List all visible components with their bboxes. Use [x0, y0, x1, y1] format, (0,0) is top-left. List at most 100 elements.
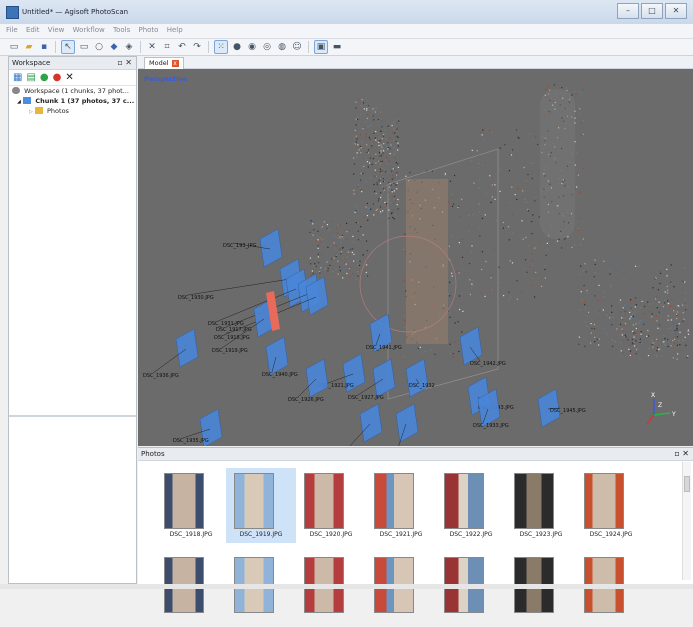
cloud-point — [651, 313, 653, 315]
minimize-button[interactable]: – — [617, 3, 639, 19]
photo-thumbnail[interactable] — [576, 552, 646, 627]
cloud-point — [603, 260, 605, 262]
photo-thumbnail[interactable]: DSC_1920.JPG — [296, 468, 366, 543]
menu-view[interactable]: View — [48, 26, 65, 34]
menu-file[interactable]: File — [6, 26, 18, 34]
free-form-select-icon[interactable]: ◆ — [108, 41, 120, 53]
show-region-icon[interactable]: ▬ — [331, 41, 343, 53]
panel-divider[interactable] — [9, 415, 136, 417]
tree-item-workspace[interactable]: Workspace (1 chunks, 37 phot... — [9, 86, 136, 96]
cloud-point — [312, 272, 314, 275]
camera-plane[interactable] — [305, 358, 329, 398]
cloud-point — [367, 152, 370, 154]
cloud-point — [317, 230, 319, 232]
cloud-point — [392, 168, 394, 170]
redo-icon[interactable]: ↷ — [191, 41, 203, 53]
camera-plane[interactable] — [265, 336, 289, 376]
photo-thumbnail[interactable]: DSC_1924.JPG — [576, 468, 646, 543]
photo-thumbnail[interactable]: DSC_1919.JPG — [226, 468, 296, 543]
camera-plane[interactable] — [395, 403, 419, 443]
camera-plane[interactable] — [359, 403, 383, 443]
wireframe-model-icon[interactable]: ◍ — [276, 41, 288, 53]
menu-photo[interactable]: Photo — [138, 26, 158, 34]
photo-thumbnail[interactable]: DSC_1918.JPG — [156, 468, 226, 543]
cloud-point — [375, 162, 377, 164]
close-button[interactable]: ✕ — [665, 3, 687, 19]
cloud-point — [594, 259, 596, 261]
cloud-point — [404, 326, 406, 329]
cloud-point — [508, 291, 510, 293]
cloud-point — [541, 285, 543, 287]
cloud-point — [310, 274, 312, 276]
cloud-point — [375, 209, 377, 212]
cloud-point — [537, 143, 539, 146]
resize-region-icon[interactable]: ◈ — [123, 41, 135, 53]
cloud-point — [449, 343, 451, 345]
cloud-point — [666, 285, 668, 288]
photos-scrollbar[interactable] — [682, 462, 691, 580]
open-folder-icon[interactable]: ▰ — [23, 41, 35, 53]
scrollbar-thumb[interactable] — [684, 476, 690, 492]
cloud-point — [380, 162, 382, 164]
expand-arrow-icon[interactable]: ◢ — [17, 99, 21, 105]
photo-thumbnail[interactable] — [436, 552, 506, 627]
undo-icon[interactable]: ↶ — [176, 41, 188, 53]
cloud-point — [384, 201, 386, 204]
tree-item-chunk[interactable]: ◢ Chunk 1 (37 photos, 37 c... — [9, 96, 136, 106]
camera-plane[interactable] — [372, 358, 396, 398]
remove-icon[interactable]: ✕ — [65, 72, 73, 83]
enable-icon[interactable]: ● — [40, 72, 49, 83]
cloud-point — [378, 179, 380, 182]
maximize-button[interactable]: □ — [641, 3, 663, 19]
menu-workflow[interactable]: Workflow — [73, 26, 105, 34]
add-chunk-icon[interactable]: ▦ — [13, 72, 22, 83]
rectangle-select-icon[interactable]: ▭ — [78, 41, 90, 53]
cloud-point — [359, 238, 362, 240]
photo-thumbnail[interactable] — [506, 552, 576, 627]
point-cloud-icon[interactable]: ⁙ — [214, 40, 228, 54]
tab-model[interactable]: Model x — [144, 57, 184, 69]
model-viewport[interactable]: DSC_193_JPG DSC_1930.JPG DSC_1931.JPG DSC_1… — [138, 69, 693, 446]
disable-icon[interactable]: ● — [53, 72, 62, 83]
photo-thumbnail[interactable]: DSC_1923.JPG — [506, 468, 576, 543]
cloud-point — [396, 172, 398, 174]
shaded-model-icon[interactable]: ◉ — [246, 41, 258, 53]
panel-float-close-icon[interactable]: ▫ ✕ — [674, 448, 689, 460]
cloud-point — [648, 347, 650, 350]
dense-cloud-icon[interactable]: ● — [231, 41, 243, 53]
circle-select-icon[interactable]: ○ — [93, 41, 105, 53]
photo-thumbnail[interactable] — [296, 552, 366, 627]
menu-help[interactable]: Help — [167, 26, 183, 34]
camera-plane[interactable] — [405, 358, 429, 398]
photos-title: Photos — [141, 450, 165, 458]
cloud-point — [579, 113, 582, 115]
cloud-point — [317, 256, 319, 258]
new-file-icon[interactable]: ▭ — [8, 41, 20, 53]
close-tab-icon[interactable]: x — [171, 60, 179, 67]
photo-thumbnail[interactable]: DSC_1922.JPG — [436, 468, 506, 543]
delete-selection-icon[interactable]: ✕ — [146, 41, 158, 53]
menu-edit[interactable]: Edit — [26, 26, 40, 34]
menu-tools[interactable]: Tools — [113, 26, 130, 34]
cloud-point — [355, 124, 357, 126]
cloud-point — [548, 85, 550, 87]
cloud-point — [490, 277, 492, 279]
tree-item-photos[interactable]: ▷ Photos — [9, 106, 136, 116]
textured-model-icon[interactable]: ☺ — [291, 41, 303, 53]
solid-model-icon[interactable]: ◎ — [261, 41, 273, 53]
navigation-icon[interactable]: ↖ — [61, 40, 75, 54]
collapse-arrow-icon[interactable]: ▷ — [29, 109, 33, 115]
cloud-point — [347, 251, 349, 253]
save-icon[interactable]: ▪ — [38, 41, 50, 53]
camera-plane[interactable] — [175, 328, 199, 368]
panel-float-close-icon[interactable]: ▫ ✕ — [117, 57, 132, 69]
photo-thumbnail[interactable] — [156, 552, 226, 627]
cloud-point — [462, 310, 464, 312]
cloud-point — [471, 251, 473, 253]
show-cameras-icon[interactable]: ▣ — [314, 40, 328, 54]
photo-thumbnail[interactable]: DSC_1921.JPG — [366, 468, 436, 543]
photo-thumbnail[interactable] — [366, 552, 436, 627]
add-photos-icon[interactable]: ▤ — [26, 72, 35, 83]
crop-selection-icon[interactable]: ⌗ — [161, 41, 173, 53]
photo-thumbnail[interactable] — [226, 552, 296, 627]
